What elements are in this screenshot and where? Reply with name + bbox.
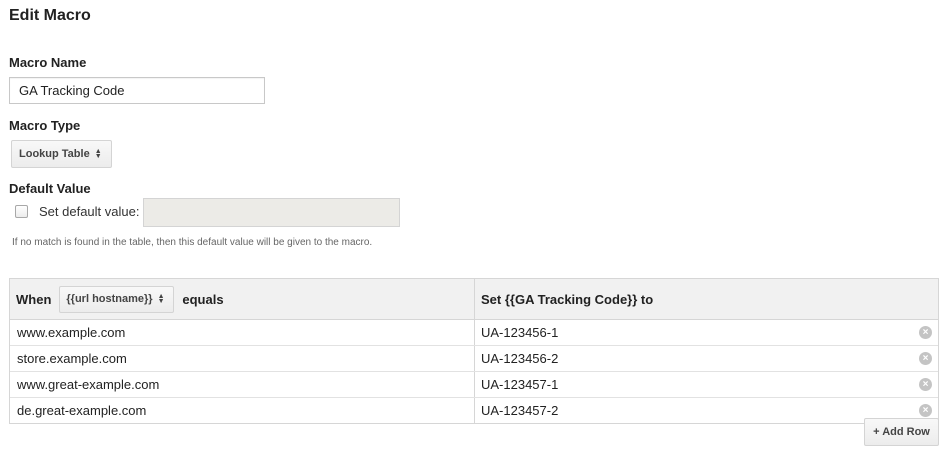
table-row: de.great-example.com UA-123457-2 × [10,398,938,423]
remove-circle-icon[interactable]: × [919,404,932,417]
macro-name-label: Macro Name [9,55,87,70]
table-header: When {{url hostname}} ▲ ▼ equals Set {{GA… [10,279,938,320]
remove-circle-icon[interactable]: × [919,326,932,339]
macro-type-label: Macro Type [9,118,81,133]
default-value-input[interactable] [143,198,400,227]
when-header: When {{url hostname}} ▲ ▼ equals [10,279,475,319]
macro-type-value: Lookup Table [19,148,90,160]
set-cell[interactable]: UA-123456-1 × [475,320,938,345]
when-label: When [16,291,52,307]
when-cell[interactable]: www.example.com [10,320,475,345]
default-value-label: Default Value [9,181,91,196]
when-cell[interactable]: de.great-example.com [10,398,475,423]
updown-arrows-icon: ▲ ▼ [157,293,165,305]
add-row-button[interactable]: + Add Row [864,418,939,446]
set-cell-value: UA-123456-1 [481,325,559,340]
macro-name-input[interactable]: GA Tracking Code [9,77,265,104]
set-default-label: Set default value: [39,204,140,219]
set-header: Set {{GA Tracking Code}} to [481,291,654,307]
set-cell-value: UA-123457-1 [481,377,559,392]
variable-select[interactable]: {{url hostname}} ▲ ▼ [59,285,175,313]
set-cell-value: UA-123456-2 [481,351,559,366]
edit-macro-page: Edit Macro Macro Name GA Tracking Code M… [0,0,948,457]
equals-label: equals [182,291,224,307]
set-default-checkbox[interactable] [15,205,28,218]
lookup-table: When {{url hostname}} ▲ ▼ equals Set {{GA… [9,278,939,424]
macro-type-select[interactable]: Lookup Table ▲ ▼ [11,140,112,168]
table-row: www.example.com UA-123456-1 × [10,320,938,346]
remove-circle-icon[interactable]: × [919,352,932,365]
set-cell[interactable]: UA-123457-1 × [475,372,938,397]
set-cell[interactable]: UA-123456-2 × [475,346,938,371]
variable-select-value: {{url hostname}} [66,293,153,305]
when-cell[interactable]: store.example.com [10,346,475,371]
table-row: store.example.com UA-123456-2 × [10,346,938,372]
when-cell[interactable]: www.great-example.com [10,372,475,397]
default-value-help: If no match is found in the table, then … [12,237,373,248]
remove-circle-icon[interactable]: × [919,378,932,391]
page-title: Edit Macro [9,7,91,24]
table-row: www.great-example.com UA-123457-1 × [10,372,938,398]
updown-arrows-icon: ▲ ▼ [94,148,102,160]
set-cell-value: UA-123457-2 [481,403,559,418]
